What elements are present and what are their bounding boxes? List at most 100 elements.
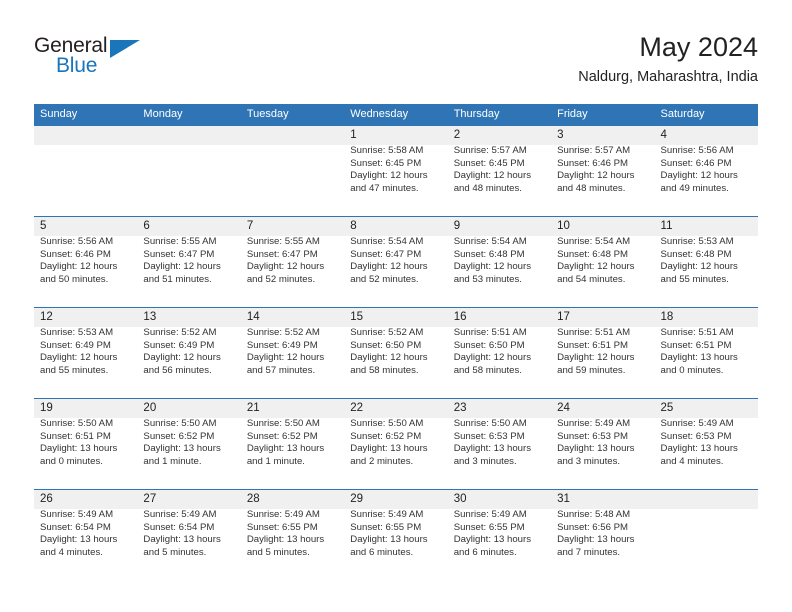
day-cell[interactable]: 8 Sunrise: 5:54 AM Sunset: 6:47 PM Dayli… xyxy=(344,217,447,307)
sunrise-text: Sunrise: 5:51 AM xyxy=(453,327,527,338)
sunset-text: Sunset: 6:53 PM xyxy=(453,430,525,442)
daylight-text-line2: and 0 minutes. xyxy=(660,364,724,376)
daylight-text-line2: and 3 minutes. xyxy=(453,455,517,467)
day-cell[interactable]: 11 Sunrise: 5:53 AM Sunset: 6:48 PM Dayl… xyxy=(655,217,758,307)
day-cell[interactable]: 29 Sunrise: 5:49 AM Sunset: 6:55 PM Dayl… xyxy=(344,490,447,580)
weekday-header-sunday: Sunday xyxy=(40,108,78,120)
sunrise-text: Sunrise: 5:52 AM xyxy=(350,327,424,338)
day-cell[interactable] xyxy=(34,126,137,216)
daylight-text-line1: Daylight: 13 hours xyxy=(453,443,532,455)
daylight-text-line1: Daylight: 12 hours xyxy=(350,261,428,273)
general-blue-logo[interactable]: General Blue xyxy=(34,34,164,86)
sunset-text: Sunset: 6:55 PM xyxy=(453,521,525,533)
day-cell[interactable] xyxy=(655,490,758,580)
day-cell[interactable]: 9 Sunrise: 5:54 AM Sunset: 6:48 PM Dayli… xyxy=(448,217,551,307)
calendar-week-row: 26 Sunrise: 5:49 AM Sunset: 6:54 PM Dayl… xyxy=(34,489,758,580)
daylight-text-line1: Daylight: 13 hours xyxy=(350,534,428,546)
sunset-text: Sunset: 6:52 PM xyxy=(350,430,422,442)
day-cell[interactable]: 1 Sunrise: 5:58 AM Sunset: 6:45 PM Dayli… xyxy=(344,126,447,216)
day-cell[interactable]: 27 Sunrise: 5:49 AM Sunset: 6:54 PM Dayl… xyxy=(137,490,240,580)
day-cell[interactable]: 5 Sunrise: 5:56 AM Sunset: 6:46 PM Dayli… xyxy=(34,217,137,307)
day-cell[interactable]: 21 Sunrise: 5:50 AM Sunset: 6:52 PM Dayl… xyxy=(241,399,344,489)
logo-text-blue: Blue xyxy=(56,54,98,77)
daylight-text-line2: and 50 minutes. xyxy=(40,273,109,285)
day-number: 28 xyxy=(246,493,260,505)
day-cell[interactable]: 28 Sunrise: 5:49 AM Sunset: 6:55 PM Dayl… xyxy=(241,490,344,580)
day-cell[interactable]: 15 Sunrise: 5:52 AM Sunset: 6:50 PM Dayl… xyxy=(344,308,447,398)
day-number: 21 xyxy=(246,402,260,414)
sunset-text: Sunset: 6:49 PM xyxy=(143,339,215,351)
day-cell[interactable] xyxy=(241,126,344,216)
daylight-text-line1: Daylight: 12 hours xyxy=(143,261,221,273)
day-number: 27 xyxy=(143,493,157,505)
daylight-text-line1: Daylight: 13 hours xyxy=(40,534,118,546)
sunset-text: Sunset: 6:53 PM xyxy=(557,430,629,442)
calendar-week-row: 1 Sunrise: 5:58 AM Sunset: 6:45 PM Dayli… xyxy=(34,125,758,216)
day-cell[interactable]: 2 Sunrise: 5:57 AM Sunset: 6:45 PM Dayli… xyxy=(448,126,551,216)
weekday-header-friday: Friday xyxy=(557,108,588,120)
day-cell[interactable]: 6 Sunrise: 5:55 AM Sunset: 6:47 PM Dayli… xyxy=(137,217,240,307)
sunrise-text: Sunrise: 5:54 AM xyxy=(350,236,424,247)
weekday-header-monday: Monday xyxy=(143,108,183,120)
day-cell[interactable]: 26 Sunrise: 5:49 AM Sunset: 6:54 PM Dayl… xyxy=(34,490,137,580)
sunrise-text: Sunrise: 5:49 AM xyxy=(143,509,217,520)
daylight-text-line2: and 52 minutes. xyxy=(350,273,419,285)
sunrise-text: Sunrise: 5:58 AM xyxy=(350,145,424,156)
daylight-text-line1: Daylight: 13 hours xyxy=(557,534,635,546)
weekday-header-tuesday: Tuesday xyxy=(246,108,289,120)
day-number: 13 xyxy=(143,311,157,323)
day-cell[interactable]: 22 Sunrise: 5:50 AM Sunset: 6:52 PM Dayl… xyxy=(344,399,447,489)
daylight-text-line2: and 58 minutes. xyxy=(350,364,419,376)
sunrise-text: Sunrise: 5:50 AM xyxy=(40,418,114,429)
day-number: 29 xyxy=(350,493,364,505)
day-cell[interactable]: 31 Sunrise: 5:48 AM Sunset: 6:56 PM Dayl… xyxy=(551,490,654,580)
sunrise-text: Sunrise: 5:57 AM xyxy=(453,145,527,156)
daylight-text-line1: Daylight: 12 hours xyxy=(350,352,428,364)
day-cell[interactable]: 16 Sunrise: 5:51 AM Sunset: 6:50 PM Dayl… xyxy=(448,308,551,398)
daylight-text-line2: and 4 minutes. xyxy=(660,455,724,467)
daylight-text-line2: and 1 minute. xyxy=(143,455,202,467)
day-cell[interactable]: 25 Sunrise: 5:49 AM Sunset: 6:53 PM Dayl… xyxy=(655,399,758,489)
sunrise-text: Sunrise: 5:55 AM xyxy=(246,236,320,247)
page-header: General Blue May 2024 Naldurg, Maharasht… xyxy=(34,30,758,92)
day-number: 19 xyxy=(40,402,53,414)
sunrise-text: Sunrise: 5:55 AM xyxy=(143,236,217,247)
sunrise-text: Sunrise: 5:49 AM xyxy=(453,509,527,520)
day-cell[interactable]: 18 Sunrise: 5:51 AM Sunset: 6:51 PM Dayl… xyxy=(655,308,758,398)
day-number: 26 xyxy=(40,493,53,505)
day-cell[interactable]: 17 Sunrise: 5:51 AM Sunset: 6:51 PM Dayl… xyxy=(551,308,654,398)
day-cell[interactable]: 12 Sunrise: 5:53 AM Sunset: 6:49 PM Dayl… xyxy=(34,308,137,398)
daylight-text-line1: Daylight: 12 hours xyxy=(660,261,738,273)
daylight-text-line1: Daylight: 13 hours xyxy=(660,352,738,364)
day-cell[interactable]: 13 Sunrise: 5:52 AM Sunset: 6:49 PM Dayl… xyxy=(137,308,240,398)
day-number: 3 xyxy=(557,129,564,141)
day-cell[interactable]: 20 Sunrise: 5:50 AM Sunset: 6:52 PM Dayl… xyxy=(137,399,240,489)
calendar-week-row: 5 Sunrise: 5:56 AM Sunset: 6:46 PM Dayli… xyxy=(34,216,758,307)
sunset-text: Sunset: 6:47 PM xyxy=(350,248,422,260)
day-number: 1 xyxy=(350,129,357,141)
day-cell[interactable]: 24 Sunrise: 5:49 AM Sunset: 6:53 PM Dayl… xyxy=(551,399,654,489)
day-cell[interactable]: 23 Sunrise: 5:50 AM Sunset: 6:53 PM Dayl… xyxy=(448,399,551,489)
sunrise-text: Sunrise: 5:50 AM xyxy=(453,418,527,429)
day-cell[interactable]: 7 Sunrise: 5:55 AM Sunset: 6:47 PM Dayli… xyxy=(241,217,344,307)
sunset-text: Sunset: 6:49 PM xyxy=(40,339,111,351)
day-cell[interactable] xyxy=(137,126,240,216)
sunrise-text: Sunrise: 5:49 AM xyxy=(246,509,320,520)
sunrise-text: Sunrise: 5:53 AM xyxy=(40,327,114,338)
day-cell[interactable]: 4 Sunrise: 5:56 AM Sunset: 6:46 PM Dayli… xyxy=(655,126,758,216)
daylight-text-line1: Daylight: 13 hours xyxy=(557,443,635,455)
sunrise-text: Sunrise: 5:57 AM xyxy=(557,145,631,156)
day-number: 9 xyxy=(453,220,461,232)
sunrise-text: Sunrise: 5:49 AM xyxy=(660,418,734,429)
day-cell[interactable]: 19 Sunrise: 5:50 AM Sunset: 6:51 PM Dayl… xyxy=(34,399,137,489)
day-cell[interactable]: 10 Sunrise: 5:54 AM Sunset: 6:48 PM Dayl… xyxy=(551,217,654,307)
daylight-text-line2: and 6 minutes. xyxy=(350,546,414,558)
daylight-text-line2: and 1 minute. xyxy=(246,455,305,467)
day-cell[interactable]: 30 Sunrise: 5:49 AM Sunset: 6:55 PM Dayl… xyxy=(448,490,551,580)
day-cell[interactable]: 14 Sunrise: 5:52 AM Sunset: 6:49 PM Dayl… xyxy=(241,308,344,398)
sunset-text: Sunset: 6:47 PM xyxy=(246,248,318,260)
day-cell[interactable]: 3 Sunrise: 5:57 AM Sunset: 6:46 PM Dayli… xyxy=(551,126,654,216)
sunset-text: Sunset: 6:50 PM xyxy=(350,339,422,351)
day-number: 12 xyxy=(40,311,53,323)
daylight-text-line2: and 5 minutes. xyxy=(143,546,207,558)
